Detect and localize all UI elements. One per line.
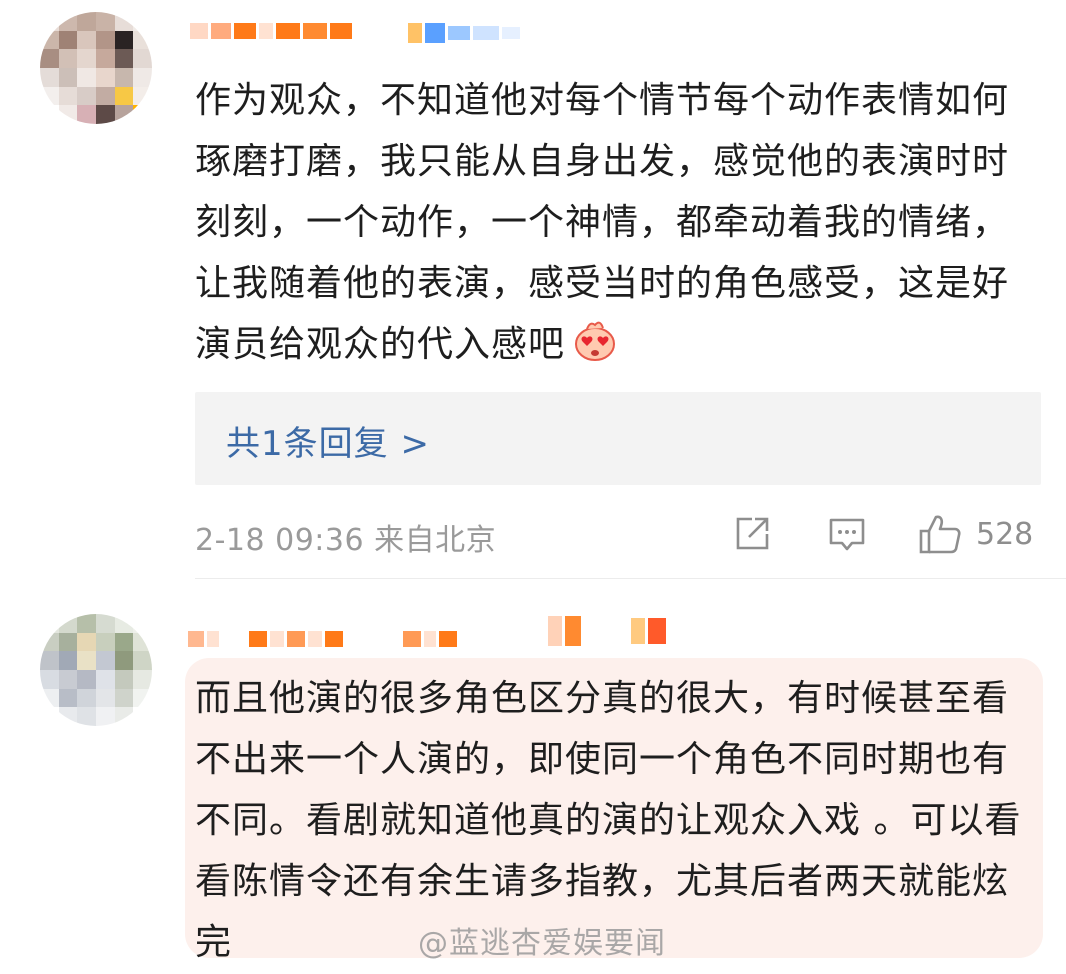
comment-item: 作为观众，不知道他对每个情节每个动作表情如何琢磨打磨，我只能从自身出发，感觉他的…: [0, 0, 1066, 580]
comment-text: 作为观众，不知道他对每个情节每个动作表情如何琢磨打磨，我只能从自身出发，感觉他的…: [195, 80, 1010, 365]
username[interactable]: [190, 14, 355, 48]
user-badge: [408, 16, 523, 50]
avatar[interactable]: [40, 12, 152, 124]
comment-button[interactable]: [827, 510, 867, 558]
timestamp-location: 2-18 09:36 来自北京: [195, 523, 497, 558]
username[interactable]: [188, 622, 460, 656]
comment-meta: 2-18 09:36 来自北京 528: [195, 510, 1045, 558]
comment-item: 而且他演的很多角色区分真的很大，有时候甚至看不出来一个人演的，即使同一个角色不同…: [0, 580, 1066, 974]
view-replies-link[interactable]: 共1条回复 >: [226, 416, 430, 465]
reply-box[interactable]: 共1条回复 >: [195, 392, 1041, 485]
like-button[interactable]: 528: [918, 510, 1033, 558]
share-button[interactable]: [732, 510, 772, 558]
comment-icon: [827, 514, 867, 554]
avatar[interactable]: [40, 614, 152, 726]
share-icon: [732, 514, 772, 554]
heart-eyes-emoji: [573, 318, 617, 362]
thumbs-up-icon: [918, 512, 962, 556]
watermark: @蓝逃杏爱娱要闻: [418, 926, 666, 961]
user-badge: [548, 614, 669, 648]
divider: [195, 578, 1066, 579]
like-count: 528: [976, 516, 1034, 552]
